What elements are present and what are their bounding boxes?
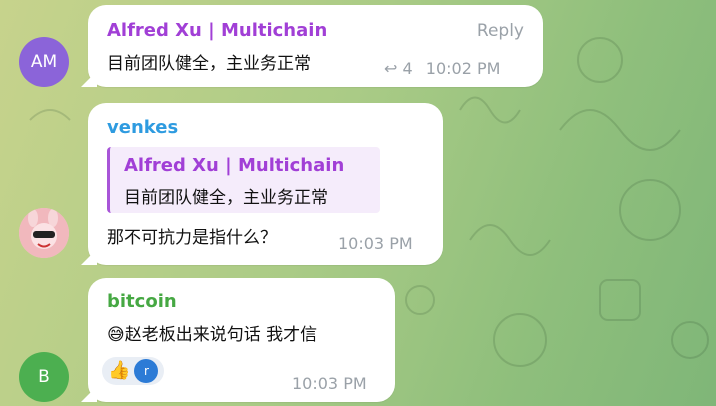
sender-name[interactable]: Alfred Xu | Multichain — [107, 20, 327, 41]
message-bubble-alfred[interactable]: Alfred Xu | Multichain Reply 目前团队健全，主业务正… — [88, 5, 543, 87]
sender-name[interactable]: bitcoin — [107, 291, 177, 312]
sticker-avatar-icon — [19, 208, 69, 258]
message-time: 10:02 PM — [425, 59, 501, 78]
message-bubble-bitcoin[interactable]: bitcoin 😅赵老板出来说句话 我才信 👍 r 10:03 PM — [88, 278, 395, 402]
message-bubble-venkes[interactable]: venkes Alfred Xu | Multichain 目前团队健全，主业务… — [88, 103, 443, 265]
avatar-alfred[interactable]: AM — [19, 37, 69, 87]
reply-arrow-icon[interactable]: ↩ — [384, 59, 397, 78]
quote-text: 目前团队健全，主业务正常 — [124, 188, 328, 208]
message-text: 那不可抗力是指什么？ — [107, 228, 277, 248]
message-time: 10:03 PM — [292, 374, 367, 393]
reactor-avatar[interactable]: r — [134, 359, 159, 383]
avatar-bitcoin[interactable]: B — [19, 352, 69, 402]
sender-name[interactable]: venkes — [107, 117, 178, 138]
message-meta: ↩ 4 10:02 PM — [384, 59, 500, 78]
quote-sender: Alfred Xu | Multichain — [124, 155, 345, 176]
message-text: 😅赵老板出来说句话 我才信 — [107, 325, 318, 345]
quoted-message[interactable]: Alfred Xu | Multichain 目前团队健全，主业务正常 — [107, 147, 380, 213]
avatar-initials: B — [38, 367, 50, 387]
avatar-initials: AM — [30, 52, 58, 72]
reply-count[interactable]: 4 — [403, 59, 413, 78]
message-time: 10:03 PM — [338, 234, 413, 253]
reaction-chip[interactable]: 👍 r — [102, 357, 165, 385]
avatar-venkes[interactable] — [19, 208, 69, 258]
reply-button[interactable]: Reply — [477, 21, 524, 41]
message-text: 目前团队健全，主业务正常 — [107, 54, 311, 74]
thumbs-up-icon: 👍 — [108, 360, 131, 381]
